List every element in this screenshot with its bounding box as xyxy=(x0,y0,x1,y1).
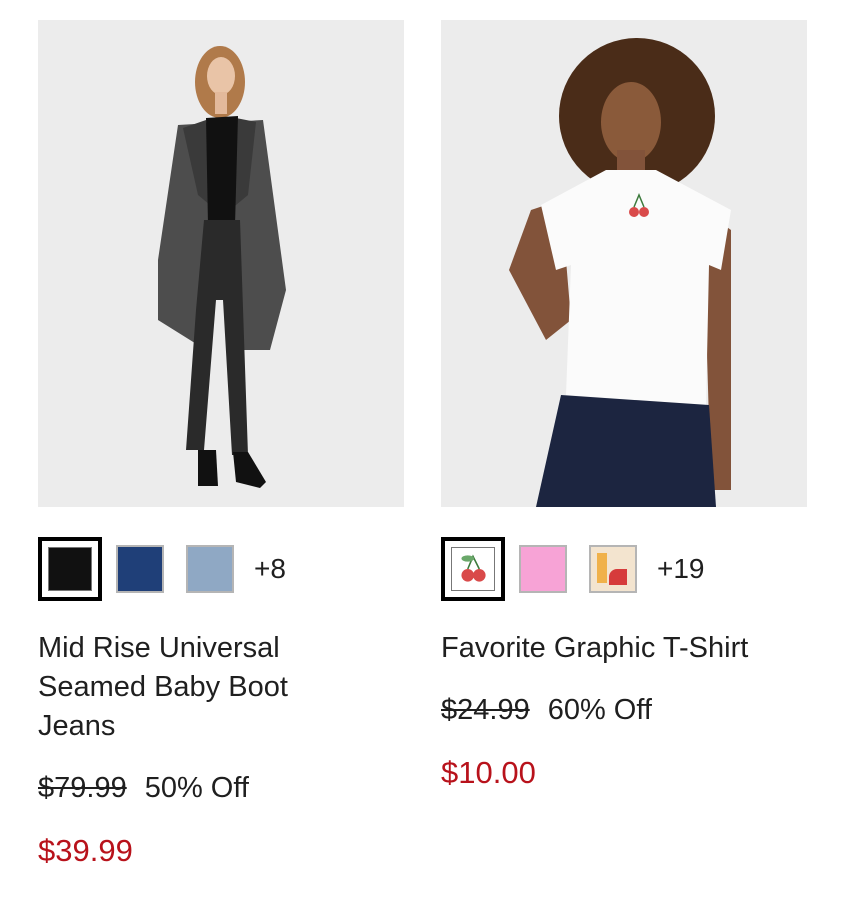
swatch-print[interactable] xyxy=(589,545,637,593)
color-swatches: +8 xyxy=(38,537,286,601)
discount-label: 50% Off xyxy=(144,772,249,804)
discount-label: 60% Off xyxy=(547,694,652,726)
product-card[interactable]: +8 Mid Rise Universal Seamed Baby Boot J… xyxy=(38,20,404,868)
sale-price: $10.00 xyxy=(441,755,536,790)
swatch-white-cherry[interactable] xyxy=(441,537,505,601)
original-price: $79.99 xyxy=(38,772,127,804)
product-name[interactable]: Favorite Graphic T-Shirt xyxy=(441,629,771,668)
model-photo xyxy=(441,20,807,507)
sale-price: $39.99 xyxy=(38,833,133,868)
color-swatches: +19 xyxy=(441,537,705,601)
swatch-light-blue[interactable] xyxy=(186,545,234,593)
swatch-dark-blue[interactable] xyxy=(116,545,164,593)
model-photo xyxy=(38,20,404,507)
price-row: $24.99 60% Off xyxy=(441,694,652,727)
product-image[interactable] xyxy=(441,20,807,507)
original-price: $24.99 xyxy=(441,694,530,726)
product-name[interactable]: Mid Rise Universal Seamed Baby Boot Jean… xyxy=(38,629,368,746)
price-row: $79.99 50% Off xyxy=(38,772,249,805)
cherry-icon xyxy=(461,554,486,582)
swatch-pink[interactable] xyxy=(519,545,567,593)
product-image[interactable] xyxy=(38,20,404,507)
swatch-black[interactable] xyxy=(38,537,102,601)
more-colors-link[interactable]: +19 xyxy=(657,553,705,585)
more-colors-link[interactable]: +8 xyxy=(254,553,286,585)
product-card[interactable]: +19 Favorite Graphic T-Shirt $24.99 60% O… xyxy=(441,20,807,790)
